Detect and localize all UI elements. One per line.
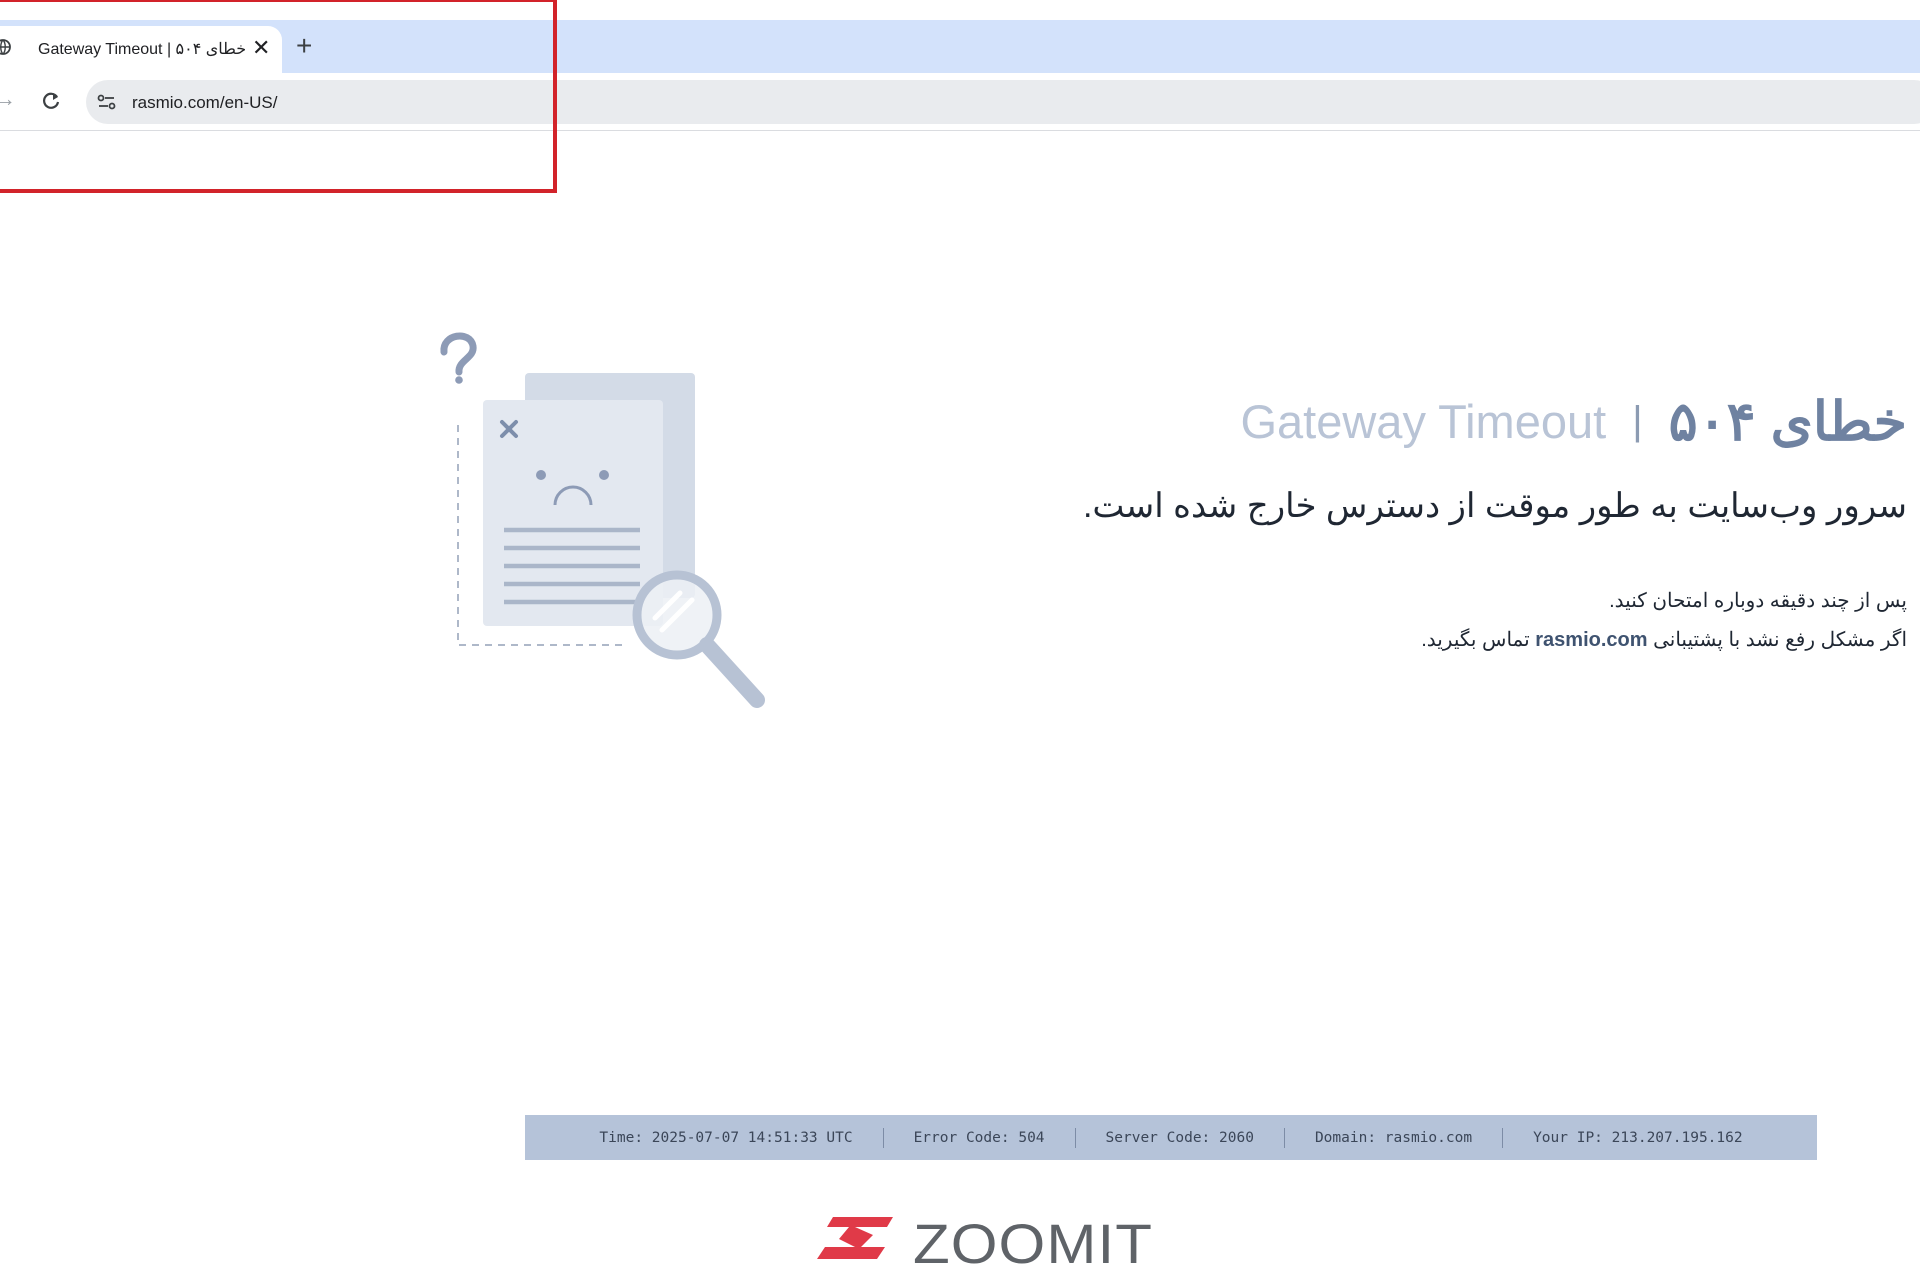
info-ip: Your IP: 213.207.195.162 bbox=[1533, 1129, 1743, 1146]
error-heading: خطای ۵۰۴ | Gateway Timeout bbox=[1240, 390, 1907, 453]
info-time: Time: 2025-07-07 14:51:33 UTC bbox=[599, 1129, 853, 1146]
info-error-code: Error Code: 504 bbox=[913, 1129, 1045, 1146]
info-domain: Domain: rasmio.com bbox=[1314, 1129, 1473, 1146]
magnifier-icon bbox=[632, 570, 765, 708]
title-separator: | bbox=[1632, 399, 1643, 443]
support-text-after: تماس بگیرید. bbox=[1421, 629, 1530, 651]
error-info-bar: Time: 2025-07-07 14:51:33 UTC Error Code… bbox=[525, 1115, 1817, 1160]
annotation-highlight-box bbox=[0, 0, 557, 193]
error-title-fa: خطای ۵۰۴ bbox=[1668, 392, 1907, 452]
zoomit-logo: ZOOMIT bbox=[817, 1213, 1153, 1271]
error-title-en: Gateway Timeout bbox=[1240, 395, 1607, 448]
question-mark-icon bbox=[440, 332, 477, 384]
error-document-icon bbox=[440, 332, 765, 708]
error-message-support: اگر مشکل رفع نشد با پشتیبانی rasmio.com … bbox=[1421, 627, 1907, 652]
support-domain: rasmio.com bbox=[1535, 629, 1648, 651]
error-message-retry: پس از چند دقیقه دوباره امتحان کنید. bbox=[1609, 590, 1907, 612]
support-text-before: اگر مشکل رفع نشد با پشتیبانی bbox=[1653, 629, 1907, 651]
info-server-code: Server Code: 2060 bbox=[1105, 1129, 1254, 1146]
error-subtitle: سرور وب‌سایت به طور موقت از دسترس خارج ش… bbox=[1082, 487, 1907, 525]
zoomit-wordmark: ZOOMIT bbox=[913, 1213, 1153, 1271]
